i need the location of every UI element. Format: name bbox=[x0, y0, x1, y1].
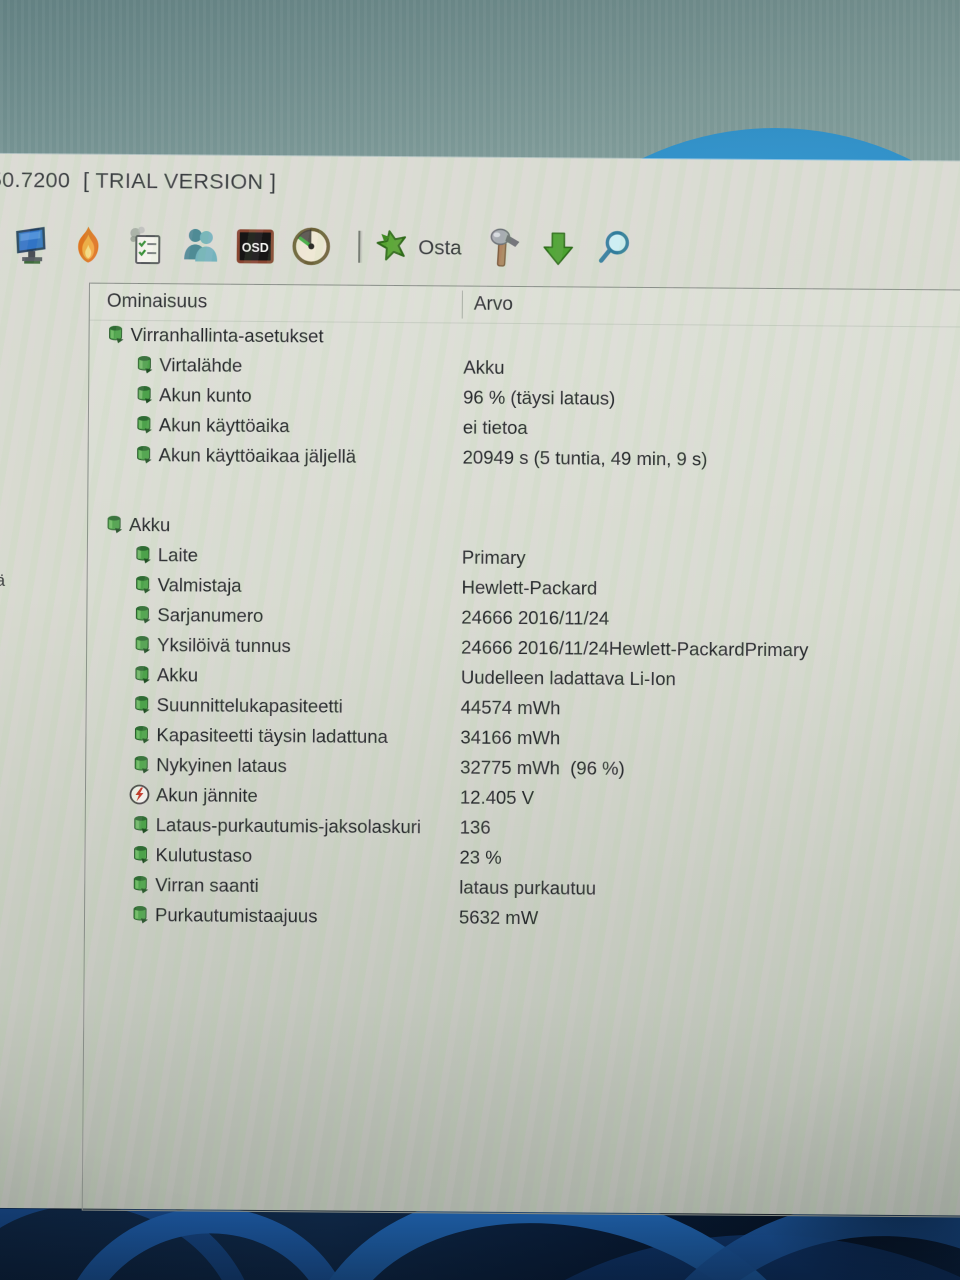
toolbar: OSD Osta bbox=[0, 218, 960, 278]
row-value: Primary bbox=[461, 546, 526, 569]
benchmark-button[interactable] bbox=[69, 222, 111, 268]
row-value: 20949 s (5 tuntia, 49 min, 9 s) bbox=[462, 446, 708, 470]
battery-icon bbox=[135, 355, 153, 379]
battery-icon bbox=[133, 635, 151, 659]
row-label: Akun kunto bbox=[159, 384, 252, 406]
row-label: Valmistaja bbox=[157, 574, 242, 596]
row-label: Yksilöivä tunnus bbox=[157, 634, 291, 657]
battery-icon bbox=[134, 575, 152, 599]
row-value: 136 bbox=[459, 816, 491, 838]
row-value: 32775 mWh (96 %) bbox=[460, 756, 625, 779]
report-button[interactable] bbox=[125, 223, 167, 269]
battery-icon bbox=[106, 325, 124, 349]
row-value: 5632 mW bbox=[458, 906, 539, 929]
column-header-value[interactable]: Arvo bbox=[474, 294, 513, 316]
row-value: lataus purkautuu bbox=[459, 876, 597, 899]
buy-button[interactable]: Osta bbox=[369, 227, 465, 269]
row-value: ei tietoa bbox=[462, 416, 528, 439]
row-value: 23 % bbox=[459, 846, 502, 868]
hammer-icon bbox=[486, 228, 524, 270]
battery-icon bbox=[132, 815, 150, 839]
battery-icon bbox=[131, 845, 149, 869]
row-spacer bbox=[88, 470, 960, 517]
svg-text:OSD: OSD bbox=[242, 241, 269, 255]
row-value: 44574 mWh bbox=[460, 696, 561, 719]
down-arrow-icon bbox=[541, 229, 579, 269]
row-label: Virtalähde bbox=[159, 354, 243, 376]
sidebar-clipped-label: ä bbox=[0, 570, 6, 590]
row-value: 96 % (täysi lataus) bbox=[463, 386, 616, 409]
row-value: 24666 2016/11/24Hewlett-PackardPrimary bbox=[461, 636, 809, 661]
download-button[interactable] bbox=[539, 226, 581, 272]
row-value: Hewlett-Packard bbox=[461, 576, 598, 599]
row-label: Suunnittelukapasiteetti bbox=[156, 694, 343, 717]
table-row[interactable]: Purkautumistaajuus 5632 mW bbox=[85, 900, 960, 937]
row-value: 12.405 V bbox=[459, 786, 535, 809]
battery-icon bbox=[134, 545, 152, 569]
battery-icon bbox=[135, 445, 153, 469]
toolbar-separator bbox=[358, 230, 363, 263]
row-label: Virranhallinta-asetukset bbox=[130, 323, 324, 347]
gauge-icon bbox=[291, 226, 331, 268]
battery-icon bbox=[132, 755, 150, 779]
row-value: Akku bbox=[463, 356, 505, 378]
row-label: Akun käyttöaika bbox=[158, 414, 290, 437]
battery-icon bbox=[132, 725, 150, 749]
column-separator[interactable] bbox=[461, 290, 463, 319]
window-title: 50.7200 [ TRIAL VERSION ] bbox=[0, 167, 277, 195]
aida64-window: 50.7200 [ TRIAL VERSION ] OSD Osta ä Omi… bbox=[0, 153, 960, 1218]
battery-icon bbox=[135, 385, 153, 409]
users-icon bbox=[181, 225, 219, 267]
battery-icon bbox=[131, 905, 149, 929]
row-label: Akku bbox=[156, 664, 199, 686]
computer-icon bbox=[13, 224, 51, 266]
row-value: Uudelleen ladattava Li-Ion bbox=[460, 666, 676, 690]
row-label: Akun käyttöaikaa jäljellä bbox=[158, 444, 357, 467]
property-panel: Ominaisuus Arvo Virranhallinta-asetukset… bbox=[81, 282, 960, 1218]
tools-button[interactable] bbox=[484, 226, 526, 272]
row-value: 24666 2016/11/24 bbox=[461, 606, 610, 629]
voltage-icon bbox=[129, 784, 150, 810]
row-label: Lataus-purkautumis-jaksolaskuri bbox=[155, 814, 422, 838]
battery-icon bbox=[135, 415, 153, 439]
row-label: Laite bbox=[157, 544, 199, 566]
audit-button[interactable] bbox=[179, 223, 221, 269]
sensor-button[interactable] bbox=[289, 224, 331, 270]
osd-icon: OSD bbox=[236, 227, 274, 267]
search-icon bbox=[596, 230, 634, 270]
row-label: Akku bbox=[129, 513, 171, 536]
osd-button[interactable]: OSD bbox=[234, 224, 276, 270]
battery-icon bbox=[133, 665, 151, 689]
row-label: Nykyinen lataus bbox=[156, 754, 287, 777]
row-label: Sarjanumero bbox=[157, 604, 264, 626]
screen-photo: 50.7200 [ TRIAL VERSION ] OSD Osta ä Omi… bbox=[0, 0, 960, 1280]
row-label: Kulutustaso bbox=[155, 844, 253, 866]
flame-icon bbox=[71, 224, 109, 266]
row-value: 34166 mWh bbox=[460, 726, 561, 749]
column-header-property[interactable]: Ominaisuus bbox=[107, 291, 207, 314]
report-icon bbox=[127, 225, 165, 267]
buy-label: Osta bbox=[418, 235, 462, 260]
row-label: Kapasiteetti täysin ladattuna bbox=[156, 724, 388, 747]
row-label: Purkautumistaajuus bbox=[154, 904, 318, 927]
buy-star-icon bbox=[375, 228, 409, 267]
property-table: Virranhallinta-asetukset Virtalähde Akku… bbox=[85, 320, 960, 937]
row-label: Akun jännite bbox=[155, 784, 258, 806]
battery-icon bbox=[131, 875, 149, 899]
battery-icon bbox=[133, 695, 151, 719]
computer-button[interactable] bbox=[11, 222, 53, 268]
battery-icon bbox=[105, 515, 123, 539]
row-label: Virran saanti bbox=[155, 874, 259, 896]
battery-icon bbox=[133, 605, 151, 629]
search-button[interactable] bbox=[594, 227, 636, 273]
